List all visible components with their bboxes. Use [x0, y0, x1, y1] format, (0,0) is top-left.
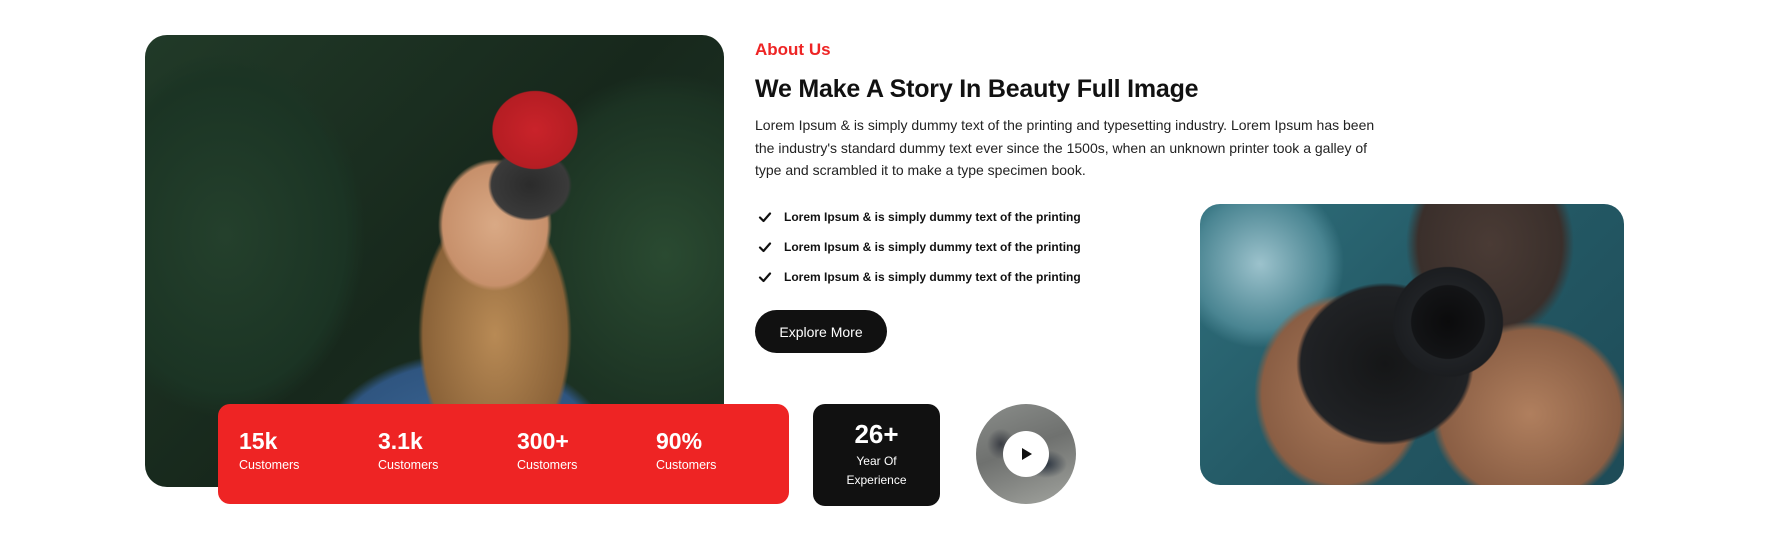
stat-item: 300+ Customers [517, 428, 577, 472]
stat-value: 300+ [517, 428, 569, 454]
checkmark-icon [758, 212, 772, 223]
feature-checklist: Lorem Ipsum & is simply dummy text of th… [758, 202, 1138, 292]
checklist-item-text: Lorem Ipsum & is simply dummy text of th… [784, 240, 1081, 254]
checkmark-icon [758, 272, 772, 283]
stat-item: 3.1k Customers [378, 428, 438, 472]
stat-value: 90% [656, 428, 703, 454]
checklist-item-text: Lorem Ipsum & is simply dummy text of th… [784, 270, 1081, 284]
play-button[interactable] [1003, 431, 1049, 477]
section-description: Lorem Ipsum & is simply dummy text of th… [755, 117, 1375, 178]
section-title: We Make A Story In Beauty Full Image [755, 75, 1199, 103]
photographer-man-image [1200, 204, 1624, 485]
stat-label: Customers [517, 458, 578, 472]
stat-value: 15k [239, 428, 278, 454]
play-icon [1022, 448, 1032, 460]
checklist-item-text: Lorem Ipsum & is simply dummy text of th… [784, 210, 1081, 224]
stat-item: 15k Customers [239, 428, 299, 472]
experience-value: 26+ [854, 419, 899, 449]
experience-card: 26+ Year Of Experience [813, 404, 940, 506]
checklist-item: Lorem Ipsum & is simply dummy text of th… [758, 262, 1138, 292]
checkmark-icon [758, 242, 772, 253]
experience-label-line1: Year Of [856, 454, 897, 468]
experience-label-line2: Experience [846, 473, 907, 487]
checklist-item: Lorem Ipsum & is simply dummy text of th… [758, 232, 1138, 262]
video-thumbnail[interactable] [976, 404, 1076, 504]
section-eyebrow: About Us [755, 40, 831, 59]
explore-more-button[interactable]: Explore More [755, 310, 887, 353]
stat-value: 3.1k [378, 428, 423, 454]
stats-card: 15k Customers 3.1k Customers 300+ Custom… [218, 404, 789, 504]
stat-item: 90% Customers [656, 428, 716, 472]
stat-label: Customers [239, 458, 300, 472]
stat-label: Customers [378, 458, 439, 472]
checklist-item: Lorem Ipsum & is simply dummy text of th… [758, 202, 1138, 232]
stat-label: Customers [656, 458, 717, 472]
